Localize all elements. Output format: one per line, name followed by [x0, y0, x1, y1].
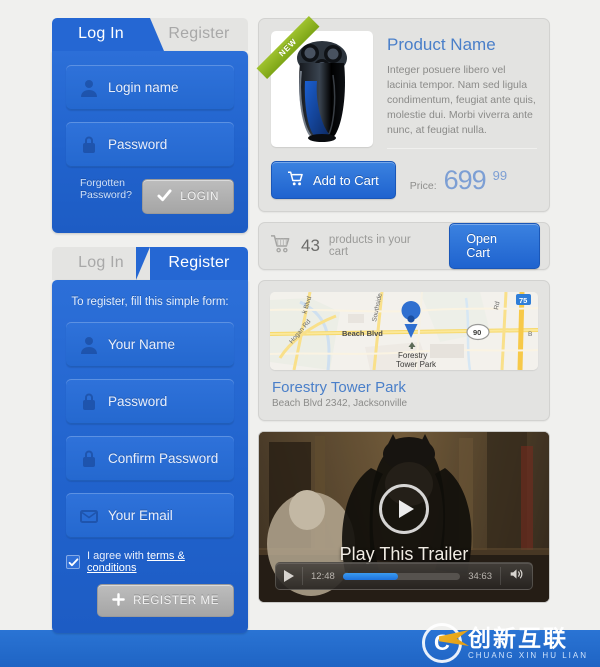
watermark-chinese: 创新互联 [467, 625, 568, 652]
play-overlay-button[interactable] [379, 484, 429, 534]
tab-register[interactable]: Register [136, 247, 248, 280]
tab-login-label: Log In [78, 25, 124, 42]
your-name-field[interactable]: Your Name [66, 322, 234, 367]
forgotten-password-link[interactable]: Forgotten Password? [80, 177, 150, 201]
register-button-label: REGISTER ME [133, 594, 219, 607]
product-divider [387, 148, 537, 149]
add-to-cart-button[interactable]: Add to Cart [271, 161, 396, 199]
terms-prefix: I agree with [87, 550, 147, 562]
terms-checkbox[interactable] [66, 555, 80, 569]
register-tabs: Log In Register [52, 247, 248, 280]
login-name-field[interactable]: Login name [66, 65, 234, 110]
video-play-button[interactable] [284, 570, 294, 582]
open-cart-label: Open Cart [466, 232, 497, 260]
register-actions: REGISTER ME [66, 584, 234, 617]
lock-icon [78, 448, 100, 470]
tab-login-label-2: Log In [78, 254, 124, 271]
register-password-placeholder: Password [108, 394, 168, 409]
terms-agreement-row: I agree with terms & conditions [66, 550, 234, 574]
product-card: NEW Product Name Integer posuere libero … [256, 16, 550, 212]
product-name: Product Name [387, 35, 496, 54]
svg-text:B: B [528, 331, 532, 338]
cart-icon [287, 171, 304, 189]
tab-register-label-2: Register [168, 254, 230, 271]
open-cart-button[interactable]: Open Cart [449, 223, 540, 269]
svg-text:Rd: Rd [493, 301, 501, 311]
svg-text:Beach Blvd: Beach Blvd [342, 329, 383, 338]
play-icon [398, 500, 414, 518]
left-column: Log In Register Login name Password Forg… [52, 18, 248, 633]
price-label: Price: [409, 179, 437, 192]
svg-text:Tower Park: Tower Park [396, 360, 437, 369]
tab-login[interactable]: Log In [52, 18, 164, 51]
your-email-placeholder: Your Email [108, 508, 173, 523]
page-root: Log In Register Login name Password Forg… [0, 0, 600, 667]
right-column: NEW Product Name Integer posuere libero … [256, 16, 550, 603]
product-description: Integer posuere libero vel lacinia tempo… [387, 64, 536, 136]
product-info: Product Name Integer posuere libero vel … [387, 31, 537, 149]
current-time: 12:48 [311, 570, 335, 582]
progress-fill [342, 572, 398, 580]
cart-count: 43 [301, 236, 320, 255]
login-tabs: Log In Register [52, 18, 248, 51]
terms-label: I agree with terms & conditions [87, 550, 234, 574]
map-title[interactable]: Forestry Tower Park [272, 379, 538, 396]
total-time: 34:63 [468, 570, 492, 582]
speaker-icon[interactable] [509, 567, 524, 585]
cart-summary-bar: 43 products in your cart Open Cart [258, 222, 550, 270]
video-player[interactable]: Play This Trailer 12:48 34:63 [258, 431, 550, 603]
product-actions: Add to Cart Price: 699 99 [259, 161, 549, 211]
map-image[interactable]: Beach Blvd k Blvd Southside Hogan Rd Rd … [270, 292, 538, 370]
cart-icon [270, 234, 292, 258]
user-icon [78, 77, 100, 99]
plus-icon [112, 593, 125, 608]
watermark-letter: C [434, 630, 450, 655]
register-form: To register, fill this simple form: Your… [52, 280, 248, 633]
video-controls: 12:48 34:63 [275, 562, 533, 590]
control-divider [302, 567, 303, 585]
watermark: C 创新互联 CHUANG XIN HU LIAN [421, 623, 588, 663]
check-icon [157, 188, 172, 205]
login-panel: Log In Register Login name Password Forg… [52, 18, 248, 233]
product-top: NEW Product Name Integer posuere libero … [256, 16, 549, 161]
progress-bar[interactable] [342, 572, 461, 580]
product-thumb-wrap: NEW [256, 16, 373, 149]
login-button[interactable]: LOGIN [142, 179, 234, 214]
map-card: Beach Blvd k Blvd Southside Hogan Rd Rd … [258, 280, 550, 421]
register-panel: Log In Register To register, fill this s… [52, 247, 248, 633]
envelope-icon [78, 505, 100, 527]
your-email-field[interactable]: Your Email [66, 493, 234, 538]
login-form: Login name Password Forgotten Password? [52, 51, 248, 233]
confirm-password-placeholder: Confirm Password [108, 451, 219, 466]
confirm-password-field[interactable]: Confirm Password [66, 436, 234, 481]
svg-text:Forestry: Forestry [398, 351, 427, 360]
tab-register-label: Register [168, 25, 230, 42]
your-name-placeholder: Your Name [108, 337, 176, 352]
map-address: Beach Blvd 2342, Jacksonville [272, 398, 408, 409]
lock-icon [78, 391, 100, 413]
add-to-cart-label: Add to Cart [313, 172, 379, 188]
lock-icon [78, 134, 100, 156]
svg-text:75: 75 [519, 296, 527, 305]
register-intro: To register, fill this simple form: [71, 296, 229, 308]
user-icon [78, 334, 100, 356]
register-password-field[interactable]: Password [66, 379, 234, 424]
tab-register-inactive[interactable]: Register [150, 18, 248, 51]
cart-text: products in your cart [328, 234, 411, 258]
price-main: 699 [443, 164, 487, 195]
watermark-pinyin: CHUANG XIN HU LIAN [467, 650, 588, 660]
register-me-button[interactable]: REGISTER ME [97, 584, 234, 617]
login-password-placeholder: Password [108, 137, 168, 152]
price-cents: 99 [492, 167, 508, 183]
login-button-label: LOGIN [180, 190, 219, 203]
watermark-text: 创新互联 CHUANG XIN HU LIAN [468, 627, 588, 660]
control-divider [500, 567, 501, 585]
price-block: Price: 699 99 [410, 165, 507, 196]
login-password-field[interactable]: Password [66, 122, 234, 167]
map-graphic: Beach Blvd k Blvd Southside Hogan Rd Rd … [270, 292, 538, 370]
login-name-placeholder: Login name [108, 80, 179, 95]
watermark-logo-icon: C [421, 623, 469, 663]
svg-text:90: 90 [473, 328, 481, 337]
